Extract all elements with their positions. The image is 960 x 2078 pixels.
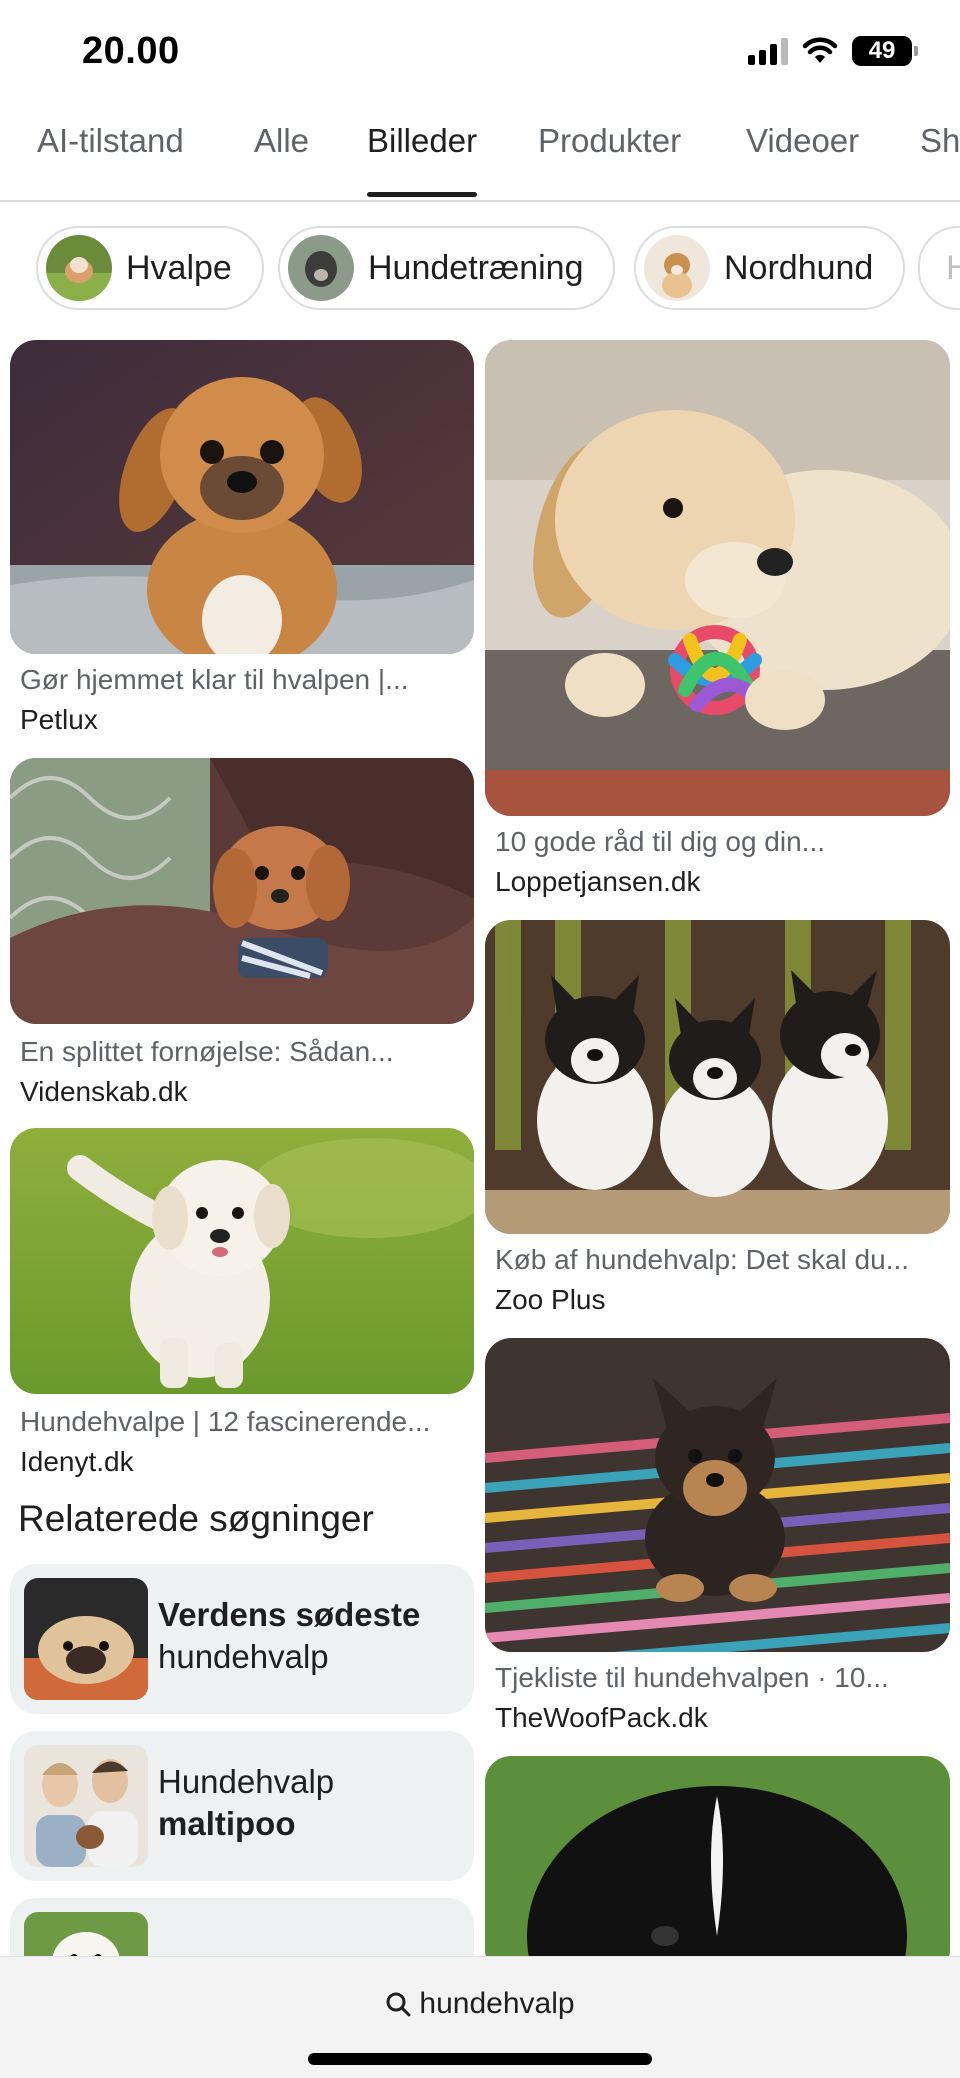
chip-thumbnail: [46, 235, 112, 301]
image-result[interactable]: Gør hjemmet klar til hvalpen |... Petlux: [10, 340, 474, 740]
result-caption: En splittet fornøjelse: Sådan...: [20, 1036, 394, 1067]
image-result[interactable]: Tjekliste til hundehvalpen · 10... TheWo…: [485, 1338, 950, 1738]
result-image[interactable]: [10, 758, 474, 1024]
wifi-icon: [802, 37, 838, 63]
related-searches-title: Relaterede søgninger: [18, 1498, 374, 1539]
related-search-item[interactable]: Hundehvalp maltipoo: [10, 1731, 474, 1881]
status-bar: 20.00 49: [0, 0, 960, 100]
home-indicator[interactable]: [308, 2053, 652, 2065]
related-thumbnail: [24, 1745, 148, 1867]
result-source: TheWoofPack.dk: [495, 1702, 708, 1733]
result-image[interactable]: [10, 1128, 474, 1394]
result-source: Petlux: [20, 704, 98, 735]
tab-all[interactable]: Alle: [254, 122, 309, 160]
battery-icon: 49: [852, 36, 918, 66]
chip-thumbnail: [644, 235, 710, 301]
result-image[interactable]: [485, 1338, 950, 1652]
result-source: Loppetjansen.dk: [495, 866, 701, 897]
result-image[interactable]: [485, 920, 950, 1234]
result-image[interactable]: [485, 340, 950, 816]
result-source: Zoo Plus: [495, 1284, 606, 1315]
tab-shopping[interactable]: Sh: [920, 122, 960, 160]
chip-label: H: [946, 248, 960, 287]
image-result[interactable]: Hundehvalpe | 12 fascinerende... Idenyt.…: [10, 1128, 474, 1478]
tab-images-label: Billeder: [367, 122, 478, 159]
tab-ai-mode[interactable]: AI-tilstand: [37, 122, 184, 160]
image-result[interactable]: Køb af hundehvalp: Det skal du... Zoo Pl…: [485, 920, 950, 1320]
image-result[interactable]: 10 gode råd til dig og din... Loppetjans…: [485, 340, 950, 900]
result-source: Idenyt.dk: [20, 1446, 134, 1477]
search-tabs: AI-tilstand Alle Billeder Produkter Vide…: [0, 100, 960, 202]
related-label: Verdens sødeste hundehvalp: [158, 1596, 421, 1675]
bottom-search-bar: hundehvalp: [0, 1956, 960, 2078]
chip-thumbnail: [288, 235, 354, 301]
related-search-item[interactable]: Verdens sødeste hundehvalp: [10, 1564, 474, 1714]
image-result[interactable]: [485, 1756, 950, 1976]
search-icon: [386, 1992, 411, 2017]
result-caption: Køb af hundehvalp: Det skal du...: [495, 1244, 910, 1275]
result-source: Videnskab.dk: [20, 1076, 188, 1107]
result-caption: Tjekliste til hundehvalpen · 10...: [495, 1662, 889, 1693]
signal-icon: [748, 37, 788, 65]
status-time: 20.00: [82, 30, 180, 72]
result-caption: Hundehvalpe | 12 fascinerende...: [20, 1406, 431, 1437]
tab-images[interactable]: Billeder: [367, 122, 478, 197]
result-caption: Gør hjemmet klar til hvalpen |...: [20, 664, 409, 695]
related-thumbnail: [24, 1578, 148, 1700]
result-image[interactable]: [485, 1756, 950, 1976]
refinement-chips: Hvalpe Hundetræning Nordhund H: [36, 226, 960, 314]
search-query-text: hundehvalp: [419, 1987, 575, 2020]
chip-label: Hvalpe: [126, 248, 232, 287]
tab-products[interactable]: Produkter: [538, 122, 681, 160]
related-label: Hundehvalp maltipoo: [158, 1763, 335, 1842]
chip-more[interactable]: H: [918, 226, 960, 310]
status-icons: 49: [748, 36, 918, 66]
active-tab-indicator: [367, 192, 478, 197]
image-result[interactable]: En splittet fornøjelse: Sådan... Vidensk…: [10, 758, 474, 1108]
result-image[interactable]: [10, 340, 474, 654]
chip-label: Nordhund: [724, 248, 874, 287]
chip-label: Hundetræning: [368, 248, 584, 287]
chip-hundetraening[interactable]: Hundetræning: [278, 226, 616, 310]
search-query-pill[interactable]: hundehvalp: [0, 1987, 960, 2021]
tab-videos[interactable]: Videoer: [746, 122, 859, 160]
result-caption: 10 gode råd til dig og din...: [495, 826, 826, 857]
chip-hvalpe[interactable]: Hvalpe: [36, 226, 264, 310]
chip-nordhund[interactable]: Nordhund: [634, 226, 906, 310]
